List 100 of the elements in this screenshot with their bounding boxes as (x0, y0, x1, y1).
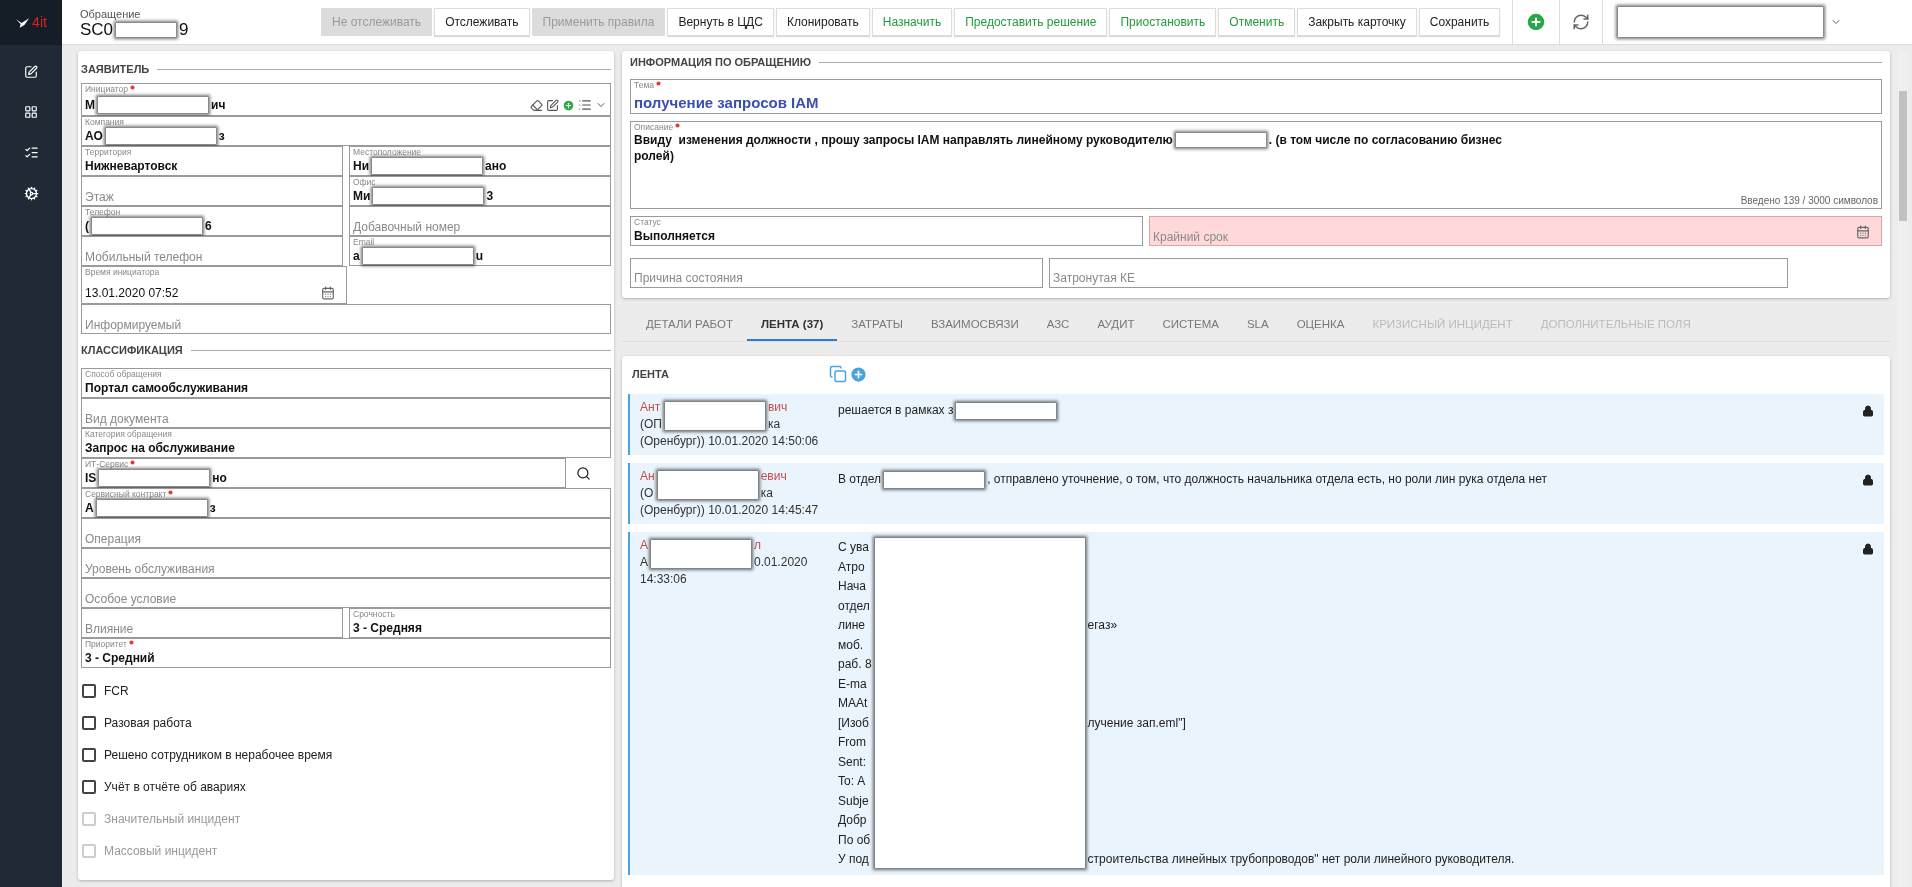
calendar-icon[interactable] (321, 286, 335, 300)
form-field[interactable]: Статус Выполняется (630, 216, 1143, 246)
field-label: Email (353, 237, 375, 247)
author-org: А (640, 554, 648, 571)
form-field[interactable]: Информируемый (81, 304, 611, 334)
tab[interactable]: ДЕТАЛИ РАБОТ (632, 315, 747, 341)
form-field[interactable]: Уровень обслуживания (81, 548, 611, 578)
author-org: (ОП (640, 416, 662, 433)
tab[interactable]: ОЦЕНКА (1282, 315, 1359, 341)
tab[interactable]: ВЗАИМОСВЯЗИ (916, 315, 1033, 341)
calendar-icon[interactable] (1856, 225, 1870, 239)
form-field[interactable]: Инициатор М ич (81, 83, 611, 116)
description-text: . (в том числе по согласованию бизнес (1268, 132, 1502, 148)
form-field[interactable]: Добавочный номер (349, 206, 611, 236)
message-line: С ува (838, 539, 870, 556)
checkbox[interactable] (82, 748, 96, 762)
field-label: Тема (634, 80, 654, 90)
form-field[interactable]: Вид документа (81, 398, 611, 428)
toolbar-button[interactable]: Отслеживать (434, 8, 530, 36)
logo[interactable]: 4it (0, 0, 62, 45)
field-value: ( (85, 218, 89, 235)
search-icon[interactable] (576, 465, 591, 481)
tab[interactable]: SLA (1232, 315, 1283, 341)
form-field[interactable]: Срочность 3 - Средняя (349, 608, 611, 638)
form-field[interactable]: Email а u (349, 236, 611, 266)
message-line: лучение зап.eml"] (1087, 714, 1187, 732)
field-label: Телефон (85, 207, 121, 217)
form-field[interactable]: Телефон ( 6 (81, 206, 343, 236)
tab[interactable]: АУДИТ (1083, 315, 1149, 341)
grid-icon[interactable] (24, 105, 38, 119)
toolbar-button[interactable]: Клонировать (775, 8, 870, 36)
author-name[interactable]: Ант (640, 399, 662, 416)
form-field[interactable]: Особое условие (81, 578, 611, 608)
tab[interactable]: СИСТЕМА (1148, 315, 1233, 341)
checkbox[interactable] (82, 684, 96, 698)
list-icon[interactable] (578, 98, 592, 112)
entry-meta: (Оренбург)) 10.01.2020 14:45:47 (640, 503, 819, 517)
field-label: Способ обращения (85, 369, 162, 379)
form-field[interactable]: Мобильный телефон (81, 236, 343, 266)
form-field[interactable]: Влияние (81, 608, 343, 638)
entry-meta: 14:33:06 (640, 572, 687, 586)
field-label: Статус (634, 217, 662, 227)
field-label: ИТ-Сервис (85, 459, 129, 469)
date-field[interactable]: Крайний срок (1149, 216, 1882, 246)
edit-icon[interactable] (546, 98, 559, 112)
form-field[interactable]: ИТ-Сервис IS но (81, 458, 566, 488)
form-field[interactable]: Затронутая КЕ (1049, 258, 1788, 288)
field-placeholder: Мобильный телефон (85, 250, 204, 264)
form-field[interactable]: Способ обращения Портал самообслуживания (81, 368, 611, 398)
form-field[interactable]: Местоположение Ни ано (349, 146, 611, 176)
author-name[interactable]: л (754, 537, 808, 554)
message-line: Subje (838, 792, 870, 810)
toolbar-button[interactable]: Отменить (1218, 8, 1296, 36)
tab[interactable]: ЛЕНТА (37) (747, 315, 838, 341)
copy-icon[interactable] (829, 365, 847, 383)
message-line: Атро (838, 558, 866, 576)
text-area[interactable]: Описание Ввиду изменения должности , прошу запросы IAM направлять линейному руководителю . (в том числе по согласованию бизнес ролей) Введено 139 / 3000 символов (630, 121, 1882, 209)
form-field[interactable]: Приоритет 3 - Средний (81, 638, 611, 668)
message-line: У под (838, 851, 870, 868)
toolbar-button[interactable]: Вернуть в ЦДС (667, 8, 774, 36)
field-value: 3 - Средняя (353, 620, 422, 637)
form-field[interactable]: Сервисный контракт А з (81, 488, 611, 518)
author-name[interactable]: А (640, 537, 648, 554)
author-name[interactable]: евич (760, 468, 787, 485)
tab[interactable]: ЗАТРАТЫ (837, 315, 917, 341)
toolbar-button[interactable]: Сохранить (1418, 8, 1501, 36)
scrollbar[interactable] (1898, 51, 1908, 887)
form-field[interactable]: Этаж (81, 176, 343, 206)
refresh-icon[interactable] (1572, 13, 1591, 31)
form-field[interactable]: Причина состояния (630, 258, 1043, 288)
add-icon[interactable] (1525, 11, 1548, 33)
settings-icon[interactable] (23, 186, 39, 201)
form-field[interactable]: Территория Нижневартовск (81, 146, 343, 176)
toolbar-button[interactable]: Закрыть карточку (1297, 8, 1417, 36)
form-field[interactable]: Операция (81, 518, 611, 548)
eraser-icon[interactable] (530, 98, 543, 112)
field-label: Описание (634, 122, 674, 132)
form-field[interactable]: Компания АО з (81, 116, 611, 146)
checkbox[interactable] (82, 780, 96, 794)
field-placeholder: Затронутая КЕ (1053, 270, 1135, 287)
checkbox[interactable] (82, 716, 96, 730)
toolbar-button[interactable]: Предоставить решение (954, 8, 1108, 36)
message-line: Sent: (838, 753, 868, 771)
section-title: ЗАЯВИТЕЛЬ (81, 61, 150, 77)
form-field[interactable]: Категория обращения Запрос на обслуживание (81, 428, 611, 458)
toolbar-button[interactable]: Приостановить (1109, 8, 1217, 36)
field-value: Запрос на обслуживание (85, 440, 235, 457)
toolbar-button[interactable]: Назначить (871, 8, 953, 36)
tab[interactable]: АЗС (1032, 315, 1084, 341)
field-placeholder: Добавочный номер (353, 220, 462, 234)
form-field[interactable]: Время инициатора 13.01.2020 07:52 (81, 266, 347, 304)
add-icon[interactable] (849, 364, 868, 384)
author-name[interactable]: Ан (640, 468, 655, 485)
field-value: 6 (205, 218, 212, 235)
message-line: Добр (838, 812, 868, 829)
checklist-icon[interactable] (23, 145, 39, 160)
form-field[interactable]: Офис Ми 3 (349, 176, 611, 206)
message-line: MAAt (838, 695, 869, 712)
form-field[interactable]: Тема получение запросов IAM (630, 79, 1882, 114)
author-name[interactable]: вич (767, 399, 788, 416)
